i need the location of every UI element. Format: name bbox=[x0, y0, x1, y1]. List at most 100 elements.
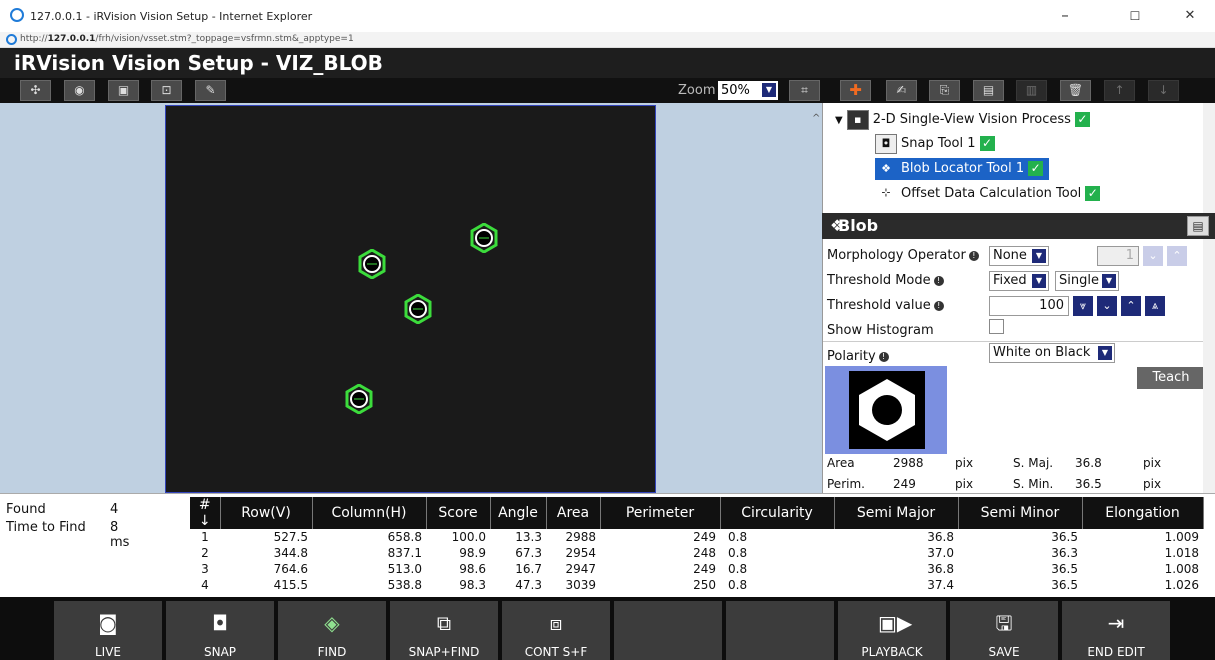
blob-result-2 bbox=[358, 249, 386, 279]
address-bar[interactable]: http://127.0.0.1/frh/vision/vsset.stm?_t… bbox=[0, 32, 1215, 48]
end-edit-button[interactable]: ⇥ END EDIT bbox=[1062, 601, 1170, 660]
sort-column-header[interactable]: # ↓ bbox=[190, 497, 221, 529]
blob-tool-icon: ❖ bbox=[875, 158, 897, 179]
fit-view-icon[interactable]: ⌗ bbox=[789, 80, 820, 101]
teach-button[interactable]: Teach bbox=[1137, 367, 1205, 389]
column-header[interactable]: Angle bbox=[490, 497, 547, 529]
table-row[interactable]: 1 527.5 658.8 100.0 13.3 2988 249 0.8 36.8 36.5 1.… bbox=[190, 529, 1203, 545]
info-icon[interactable]: ! bbox=[878, 351, 889, 362]
live-camera-icon: ◙ bbox=[98, 611, 118, 635]
threshold-type-select[interactable]: Single ▼ bbox=[1055, 271, 1119, 291]
column-header[interactable]: Semi Major bbox=[834, 497, 959, 529]
tree-item-process[interactable]: ▼ ▪ 2-D Single-View Vision Process ✓ bbox=[835, 109, 1090, 131]
paste-disabled-icon[interactable]: ▥ bbox=[1016, 80, 1047, 101]
paste-tool-icon[interactable]: ▤ bbox=[973, 80, 1004, 101]
camera-snap-icon[interactable]: ◉ bbox=[64, 80, 95, 101]
results-header-row: # ↓ Row(V) Column(H) Score Angle Area Pe… bbox=[190, 497, 1204, 529]
info-icon[interactable]: ! bbox=[968, 250, 979, 261]
info-icon[interactable]: ! bbox=[933, 300, 944, 311]
check-icon: ✓ bbox=[1085, 186, 1101, 201]
blob-result-1 bbox=[470, 223, 498, 253]
close-button[interactable]: ✕ bbox=[1170, 8, 1210, 23]
snap-button[interactable]: ◘ SNAP bbox=[166, 601, 274, 660]
hex-nut-model-icon bbox=[859, 379, 915, 441]
app-header: iRVision Vision Setup - VIZ_BLOB bbox=[0, 48, 1215, 78]
column-header[interactable]: Area bbox=[546, 497, 601, 529]
decrease-icon[interactable]: ⌄ bbox=[1097, 296, 1117, 316]
process-tree: ▼ ▪ 2-D Single-View Vision Process ✓ ◘ Snap … bbox=[822, 103, 1215, 213]
camera-image[interactable] bbox=[165, 105, 656, 493]
tool-properties: Morphology Operator! None ▼ 1 ⌄ ⌃ Thresho… bbox=[822, 239, 1215, 493]
tree-item-blob-locator[interactable]: ❖ Blob Locator Tool 1 ✓ bbox=[875, 158, 1050, 180]
pen-icon[interactable]: ✎ bbox=[195, 80, 226, 101]
histogram-checkbox[interactable] bbox=[989, 319, 1004, 334]
tree-item-offset-calc[interactable]: ⊹ Offset Data Calculation Tool ✓ bbox=[875, 183, 1101, 205]
threshold-mode-label: Threshold Mode! bbox=[827, 273, 944, 288]
column-header[interactable]: Score bbox=[426, 497, 491, 529]
crosshair-icon[interactable]: ✣ bbox=[20, 80, 51, 101]
check-icon: ✓ bbox=[979, 136, 995, 151]
threshold-mode-select[interactable]: Fixed ▼ bbox=[989, 271, 1049, 291]
copy-tool-icon[interactable]: ⎘ bbox=[929, 80, 960, 101]
move-down-icon[interactable]: ↓ bbox=[1148, 80, 1179, 101]
column-header[interactable]: Elongation bbox=[1082, 497, 1204, 529]
results-table: # ↓ Row(V) Column(H) Score Angle Area Pe… bbox=[190, 497, 1204, 593]
image-viewer[interactable]: ^ bbox=[0, 103, 822, 493]
add-tool-icon[interactable]: ✚ bbox=[840, 80, 871, 101]
chevron-down-icon: ▼ bbox=[1032, 274, 1046, 288]
panel-menu-icon[interactable]: ▤ bbox=[1187, 216, 1209, 236]
find-button[interactable]: ◈ FIND bbox=[278, 601, 386, 660]
decrease-fast-icon[interactable]: ⩔ bbox=[1073, 296, 1093, 316]
load-image-icon[interactable]: ⊡ bbox=[151, 80, 182, 101]
save-image-icon[interactable]: ▣ bbox=[108, 80, 139, 101]
results-panel: Found 4 Time to Find 8 ms # ↓ Row(V) Colum… bbox=[0, 493, 1215, 597]
process-icon: ▪ bbox=[846, 109, 869, 130]
decrement-icon[interactable]: ⌄ bbox=[1143, 246, 1163, 266]
taught-model-image bbox=[825, 366, 947, 454]
window-title: 127.0.0.1 - iRVision Vision Setup - Inte… bbox=[30, 10, 313, 23]
save-button[interactable]: 🖫 SAVE bbox=[950, 601, 1058, 660]
offset-tool-icon: ⊹ bbox=[875, 183, 897, 204]
camera-icon: ◘ bbox=[212, 611, 228, 635]
morphology-label: Morphology Operator! bbox=[827, 248, 979, 263]
minimize-button[interactable]: – bbox=[1045, 6, 1085, 24]
panel-header: ❖ Blob Locator Tool 1 ▤ bbox=[822, 213, 1215, 287]
exit-icon: ⇥ bbox=[1107, 611, 1125, 635]
tree-scrollbar[interactable] bbox=[1203, 103, 1215, 213]
column-header[interactable]: Row(V) bbox=[220, 497, 313, 529]
column-header[interactable]: Circularity bbox=[720, 497, 835, 529]
delete-icon[interactable]: 🗑 bbox=[1060, 80, 1091, 101]
app-title: iRVision Vision Setup - VIZ_BLOB bbox=[14, 51, 383, 75]
zoom-select[interactable]: 50% ▼ bbox=[718, 81, 778, 100]
table-row[interactable]: 3 764.6 513.0 98.6 16.7 2947 249 0.8 36.8 36.5 1.0… bbox=[190, 561, 1203, 577]
collapse-icon[interactable]: ▼ bbox=[835, 115, 843, 126]
increase-icon[interactable]: ⌃ bbox=[1121, 296, 1141, 316]
scroll-up-icon[interactable]: ^ bbox=[812, 113, 820, 124]
maximize-button[interactable]: ☐ bbox=[1115, 9, 1155, 23]
column-header[interactable]: Perimeter bbox=[600, 497, 721, 529]
find-icon: ◈ bbox=[324, 611, 340, 635]
edit-tool-icon[interactable]: ✍ bbox=[886, 80, 917, 101]
continuous-snap-find-button[interactable]: ⧈ CONT S+F bbox=[502, 601, 610, 660]
morphology-count[interactable]: 1 bbox=[1097, 246, 1139, 266]
empty-key-7 bbox=[726, 601, 834, 660]
move-up-icon[interactable]: ↑ bbox=[1104, 80, 1135, 101]
polarity-select[interactable]: White on Black ▼ bbox=[989, 343, 1115, 363]
threshold-value-label: Threshold value! bbox=[827, 298, 944, 313]
table-row[interactable]: 4 415.5 538.8 98.3 47.3 3039 250 0.8 37.4 36.5 1.0… bbox=[190, 577, 1203, 593]
column-header[interactable]: Semi Minor bbox=[958, 497, 1083, 529]
morphology-select[interactable]: None ▼ bbox=[989, 246, 1049, 266]
properties-scrollbar[interactable] bbox=[1203, 239, 1215, 493]
panel-title: ❖ Blob Locator Tool 1 bbox=[830, 216, 906, 287]
threshold-value-input[interactable]: 100 bbox=[989, 296, 1069, 316]
chevron-down-icon: ▼ bbox=[1098, 346, 1112, 360]
snap-find-button[interactable]: ⧉ SNAP+FIND bbox=[390, 601, 498, 660]
column-header[interactable]: Column(H) bbox=[312, 497, 427, 529]
tree-item-snap-tool[interactable]: ◘ Snap Tool 1 ✓ bbox=[875, 133, 995, 155]
increment-icon[interactable]: ⌃ bbox=[1167, 246, 1187, 266]
playback-button[interactable]: ▣▶ PLAYBACK bbox=[838, 601, 946, 660]
table-row[interactable]: 2 344.8 837.1 98.9 67.3 2954 248 0.8 37.0 36.3 1.0… bbox=[190, 545, 1203, 561]
live-button[interactable]: ◙ LIVE bbox=[54, 601, 162, 660]
increase-fast-icon[interactable]: ⩓ bbox=[1145, 296, 1165, 316]
info-icon[interactable]: ! bbox=[933, 275, 944, 286]
